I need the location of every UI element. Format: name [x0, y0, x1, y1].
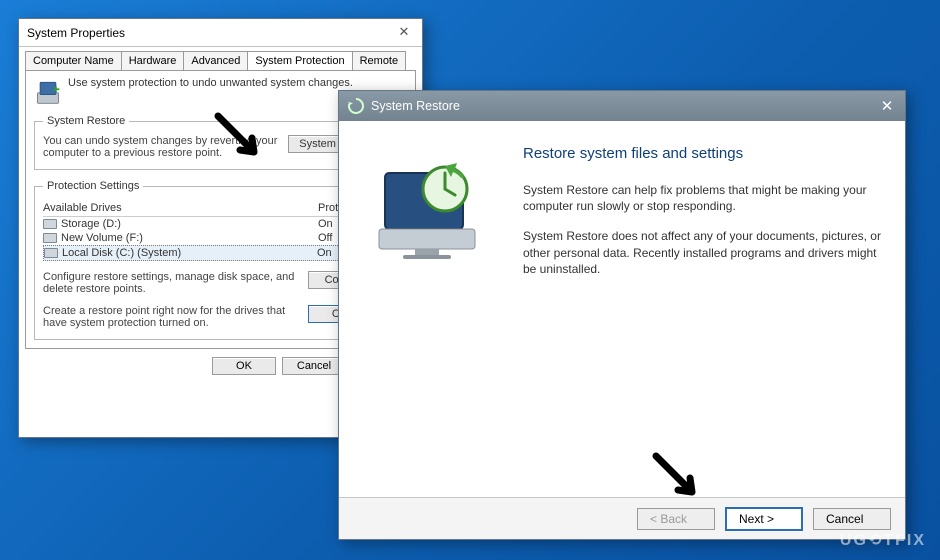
system-restore-desc: You can undo system changes by reverting… — [43, 135, 280, 159]
col-drives: Available Drives — [43, 202, 318, 214]
protection-settings-legend: Protection Settings — [43, 180, 143, 192]
wizard-heading: Restore system files and settings — [523, 145, 883, 162]
shield-icon — [34, 77, 62, 105]
restore-icon — [347, 97, 365, 115]
cancel-button[interactable]: Cancel — [813, 508, 891, 530]
tab-hardware[interactable]: Hardware — [121, 51, 185, 70]
wizard-content: Restore system files and settings System… — [515, 121, 905, 497]
close-icon[interactable]: ✕ — [875, 97, 899, 115]
create-desc: Create a restore point right now for the… — [43, 305, 300, 329]
wizard-body: Restore system files and settings System… — [339, 121, 905, 497]
configure-desc: Configure restore settings, manage disk … — [43, 271, 300, 295]
ok-button[interactable]: OK — [212, 357, 276, 375]
drive-name: Local Disk (C:) (System) — [62, 247, 181, 259]
wizard-footer: < Back Next > Cancel — [339, 497, 905, 539]
wizard-para1: System Restore can help fix problems tha… — [523, 182, 883, 214]
drive-icon — [43, 219, 57, 229]
cancel-button[interactable]: Cancel — [282, 357, 346, 375]
next-button[interactable]: Next > — [725, 507, 803, 531]
wizard-para2: System Restore does not affect any of yo… — [523, 228, 883, 277]
sysprop-tabs: Computer Name Hardware Advanced System P… — [25, 51, 416, 70]
wizard-title: System Restore — [371, 99, 875, 113]
system-restore-window: System Restore ✕ Restore system files an… — [338, 90, 906, 540]
close-icon[interactable]: ✕ — [392, 23, 416, 43]
system-restore-legend: System Restore — [43, 115, 129, 127]
watermark: UG⟲TFIX — [840, 530, 926, 550]
drive-icon — [43, 233, 57, 243]
tab-system-protection[interactable]: System Protection — [247, 51, 352, 70]
sysprop-title: System Properties — [27, 26, 392, 40]
sysprop-titlebar[interactable]: System Properties ✕ — [19, 19, 422, 47]
drive-name: Storage (D:) — [61, 218, 121, 230]
monitor-restore-icon — [367, 149, 487, 269]
sysprop-intro-text: Use system protection to undo unwanted s… — [68, 77, 353, 89]
back-button[interactable]: < Back — [637, 508, 715, 530]
drive-name: New Volume (F:) — [61, 232, 143, 244]
tab-remote[interactable]: Remote — [352, 51, 407, 70]
tab-advanced[interactable]: Advanced — [183, 51, 248, 70]
drive-icon — [44, 248, 58, 258]
wizard-sidebar — [339, 121, 515, 497]
wizard-titlebar[interactable]: System Restore ✕ — [339, 91, 905, 121]
tab-computer-name[interactable]: Computer Name — [25, 51, 122, 70]
